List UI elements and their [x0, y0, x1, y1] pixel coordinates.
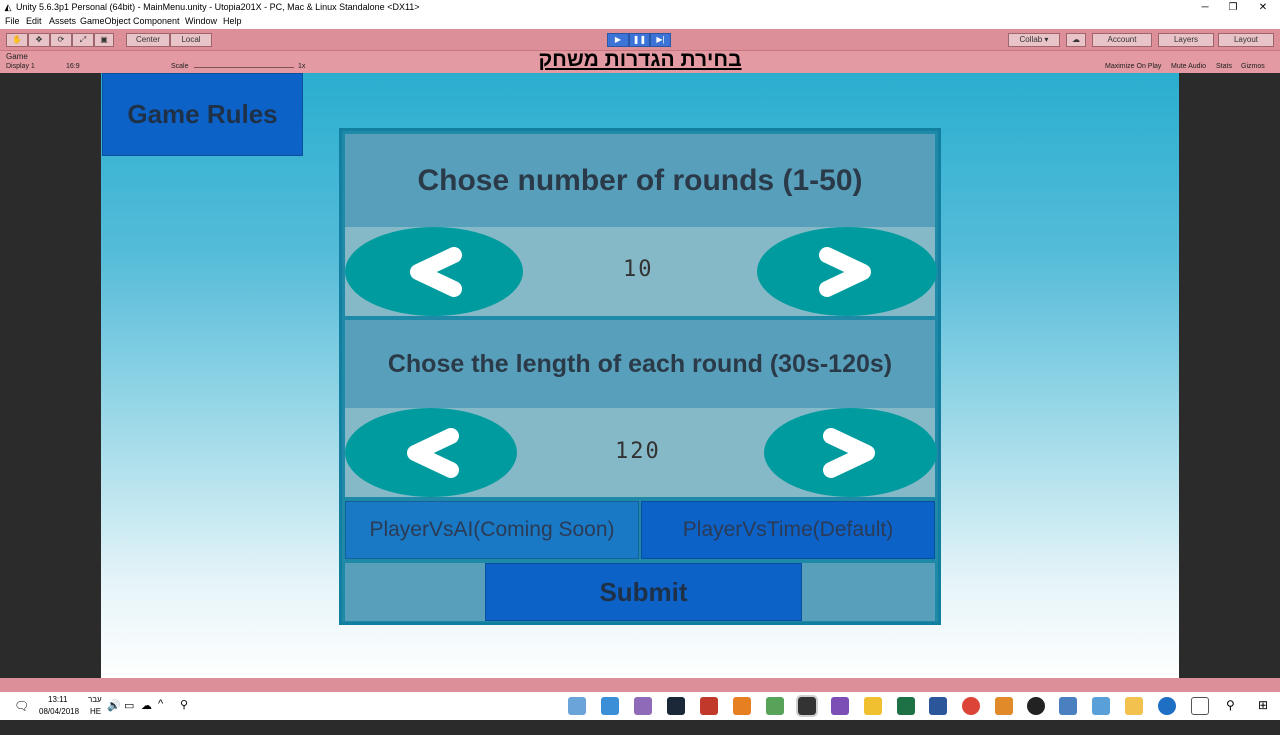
app-icon-4[interactable]	[1059, 697, 1077, 715]
collab-button[interactable]: Collab ▾	[1008, 33, 1060, 47]
search-icon[interactable]: ⚲	[1226, 698, 1235, 726]
chevron-right-icon	[819, 246, 871, 297]
scale-slider[interactable]	[194, 67, 294, 68]
chevron-left-icon	[410, 246, 462, 297]
console-status-bar[interactable]	[0, 678, 1280, 692]
length-increase-button[interactable]	[764, 408, 937, 497]
gizmos-dropdown[interactable]: Gizmos	[1241, 63, 1265, 70]
move-tool-icon[interactable]: ✥	[28, 33, 50, 47]
submit-button[interactable]: Submit	[485, 563, 802, 621]
app-icon-5[interactable]	[1092, 697, 1110, 715]
rounds-selector: 10	[345, 227, 937, 316]
volume-icon[interactable]: 🔊	[107, 699, 121, 727]
account-dropdown[interactable]: Account	[1092, 33, 1152, 47]
menu-help[interactable]: Help	[223, 16, 242, 26]
length-selector: 120	[345, 408, 937, 497]
layout-dropdown[interactable]: Layout	[1218, 33, 1274, 47]
rotate-tool-icon[interactable]: ⟳	[50, 33, 72, 47]
pivot-local-button[interactable]: Local	[170, 33, 212, 47]
length-value: 120	[615, 439, 661, 464]
menu-bar: File Edit Assets GameObject Component Wi…	[0, 15, 1280, 29]
maximize-on-play-toggle[interactable]: Maximize On Play	[1105, 63, 1161, 70]
word-icon[interactable]	[929, 697, 947, 715]
mode-player-vs-time-button[interactable]: PlayerVsTime(Default)	[641, 501, 935, 559]
close-button[interactable]: ✕	[1248, 0, 1278, 15]
circle-app-icon[interactable]	[1027, 697, 1045, 715]
layers-dropdown[interactable]: Layers	[1158, 33, 1214, 47]
mute-audio-toggle[interactable]: Mute Audio	[1171, 63, 1206, 70]
task-view-icon[interactable]	[1191, 697, 1209, 715]
aspect-dropdown[interactable]: 16:9	[66, 63, 80, 70]
stats-toggle[interactable]: Stats	[1216, 63, 1232, 70]
restore-button[interactable]: ❐	[1218, 0, 1248, 15]
window-titlebar: ◭ Unity 5.6.3p1 Personal (64bit) - MainM…	[0, 0, 1280, 15]
app-icon-1[interactable]	[568, 697, 586, 715]
rounds-value: 10	[623, 257, 654, 282]
file-explorer-icon[interactable]	[1125, 697, 1143, 715]
show-hidden-icons-icon[interactable]: ^	[158, 698, 163, 726]
chrome-icon[interactable]	[962, 697, 980, 715]
display-dropdown[interactable]: Display 1	[6, 63, 35, 70]
chevron-right-icon	[822, 427, 875, 478]
menu-window[interactable]: Window	[185, 16, 217, 26]
menu-component[interactable]: Component	[133, 16, 180, 26]
right-letterbox	[1179, 73, 1280, 678]
start-icon[interactable]: ⊞	[1258, 698, 1268, 726]
action-center-icon[interactable]: 🗨	[14, 699, 29, 727]
scale-label: Scale	[171, 63, 189, 70]
length-decrease-button[interactable]	[345, 408, 517, 497]
settings-panel: Chose number of rounds (1-50) 10 Chose t…	[339, 128, 941, 625]
game-tab-label[interactable]: Game	[6, 52, 28, 61]
app-icon-3[interactable]	[634, 697, 652, 715]
star-app-icon[interactable]	[733, 697, 751, 715]
play-icon[interactable]: ▶	[607, 33, 629, 47]
language-indicator-bottom[interactable]: HE	[90, 707, 101, 735]
excel-icon[interactable]	[897, 697, 915, 715]
menu-assets[interactable]: Assets	[49, 16, 76, 26]
pivot-center-button[interactable]: Center	[126, 33, 170, 47]
media-player-icon[interactable]	[995, 697, 1013, 715]
game-view: Game Rules Chose number of rounds (1-50)…	[101, 73, 1179, 678]
submit-row: Submit	[345, 563, 935, 621]
app-icon-2[interactable]	[601, 697, 619, 715]
notepad-icon[interactable]	[766, 697, 784, 715]
unity-icon: ◭	[4, 2, 12, 12]
window-title: Unity 5.6.3p1 Personal (64bit) - MainMen…	[16, 2, 420, 12]
people-icon[interactable]: ⚲	[180, 698, 188, 726]
length-heading: Chose the length of each round (30s-120s…	[345, 320, 935, 408]
menu-edit[interactable]: Edit	[26, 16, 42, 26]
menu-file[interactable]: File	[5, 16, 20, 26]
settings-heading: בחירת הגדרות משחק	[538, 48, 742, 71]
menu-gameobject[interactable]: GameObject	[80, 16, 131, 26]
visual-studio-icon[interactable]	[831, 697, 849, 715]
rect-tool-icon[interactable]: ▣	[94, 33, 114, 47]
mode-player-vs-ai-button[interactable]: PlayerVsAI(Coming Soon)	[345, 501, 639, 559]
chevron-left-icon	[407, 427, 459, 478]
resharper-icon[interactable]	[700, 697, 718, 715]
step-icon[interactable]: ▶|	[650, 33, 671, 47]
rounds-increase-button[interactable]	[757, 227, 937, 316]
cloud-icon[interactable]: ☁	[1066, 33, 1086, 47]
onedrive-icon[interactable]: ☁	[141, 699, 152, 727]
hand-tool-icon[interactable]: ✋	[6, 33, 28, 47]
minimize-button[interactable]: ─	[1190, 0, 1220, 15]
scale-tool-icon[interactable]: ⤢	[72, 33, 94, 47]
left-letterbox	[0, 73, 101, 678]
scale-value: 1x	[298, 63, 306, 70]
network-icon[interactable]: ▭	[124, 699, 134, 727]
rounds-heading: Chose number of rounds (1-50)	[345, 134, 935, 227]
clock-date[interactable]: 08/04/2018	[39, 707, 79, 735]
game-rules-button[interactable]: Game Rules	[102, 73, 303, 156]
windows-taskbar: 🗨 13:11 08/04/2018 עבר HE 🔊 ▭ ☁ ^ ⚲ ⚲ ⊞	[0, 692, 1280, 720]
gitkraken-icon[interactable]	[864, 697, 882, 715]
rounds-decrease-button[interactable]	[345, 227, 523, 316]
edge-icon[interactable]	[1158, 697, 1176, 715]
pause-icon[interactable]: ❚❚	[629, 33, 650, 47]
unity-taskbar-icon[interactable]	[796, 695, 818, 717]
steam-icon[interactable]	[667, 697, 685, 715]
